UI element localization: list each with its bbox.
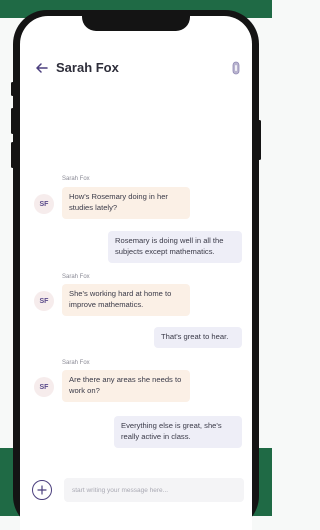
phone-screen: Sarah Fox Sarah Fox SF How's Rosemary do… — [20, 16, 252, 530]
contact-avatar: SF — [34, 377, 54, 397]
contact-name-title: Sarah Fox — [56, 60, 119, 75]
arrow-left-icon — [36, 63, 48, 73]
incoming-message-bubble: Are there any areas she needs to work on… — [62, 370, 190, 402]
message-input[interactable] — [64, 478, 244, 502]
message-sender-name: Sarah Fox — [62, 274, 90, 280]
phone-notch — [82, 16, 190, 31]
plus-icon — [37, 485, 47, 495]
phone-volume-down — [11, 142, 14, 168]
add-attachment-button[interactable] — [32, 480, 52, 500]
back-button[interactable] — [34, 60, 50, 76]
attach-button[interactable] — [230, 59, 242, 77]
contact-avatar: SF — [34, 291, 54, 311]
message-sender-name: Sarah Fox — [62, 176, 90, 182]
chat-header: Sarah Fox — [20, 54, 252, 82]
phone-power-button — [258, 120, 261, 160]
phone-volume-up — [11, 108, 14, 134]
outgoing-message-bubble: Rosemary is doing well in all the subjec… — [108, 231, 242, 263]
message-sender-name: Sarah Fox — [62, 360, 90, 366]
outgoing-message-bubble: Everything else is great, she's really a… — [114, 416, 242, 448]
incoming-message-bubble: She's working hard at home to improve ma… — [62, 284, 190, 316]
phone-frame: Sarah Fox Sarah Fox SF How's Rosemary do… — [11, 10, 261, 530]
contact-avatar: SF — [34, 194, 54, 214]
outgoing-message-bubble: That's great to hear. — [154, 327, 242, 348]
message-composer — [20, 476, 252, 508]
incoming-message-bubble: How's Rosemary doing in her studies late… — [62, 187, 190, 219]
attachment-icon — [232, 61, 240, 75]
phone-mute-switch — [11, 82, 14, 96]
